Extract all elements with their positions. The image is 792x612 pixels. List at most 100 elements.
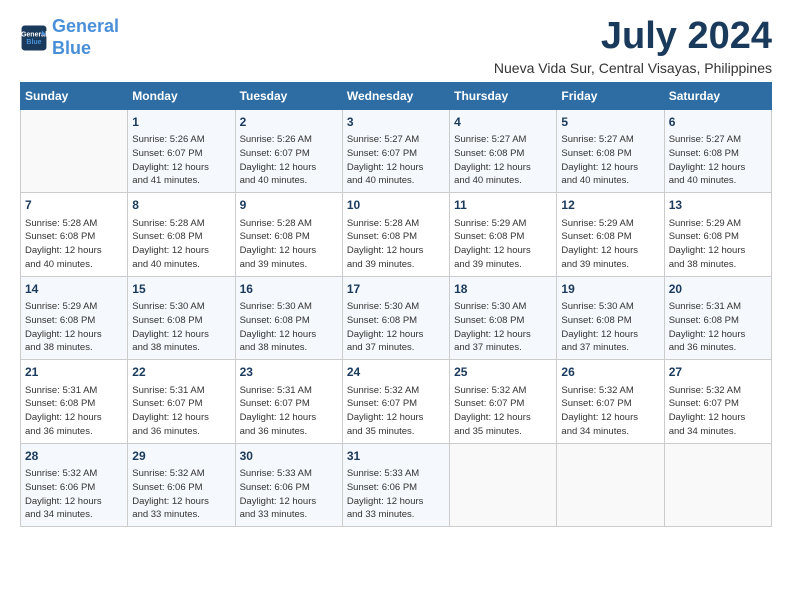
- table-row: 20Sunrise: 5:31 AMSunset: 6:08 PMDayligh…: [664, 276, 771, 359]
- col-monday: Monday: [128, 82, 235, 109]
- table-row: 11 Sunrise: 5:29 AMSunset: 6:08 PMDayligh…: [450, 193, 557, 276]
- day-number: 19: [561, 281, 659, 298]
- day-number: 16: [240, 281, 338, 298]
- calendar-header-row: Sunday Monday Tuesday Wednesday Thursday…: [21, 82, 772, 109]
- day-number: 3: [347, 114, 445, 131]
- table-row: 19 Sunrise: 5:30 AMSunset: 6:08 PMDayligh…: [557, 276, 664, 359]
- day-number: 7: [25, 197, 123, 214]
- cell-daylight-info: Sunrise: 5:27 AMSunset: 6:07 PMDaylight:…: [347, 133, 445, 188]
- table-row: 21 Sunrise: 5:31 AMSunset: 6:08 PMDayligh…: [21, 360, 128, 443]
- day-number: 20: [669, 281, 767, 298]
- day-number: 9: [240, 197, 338, 214]
- table-row: [21, 109, 128, 192]
- table-row: 31 Sunrise: 5:33 AMSunset: 6:06 PMDayligh…: [342, 443, 449, 526]
- table-row: 4Sunrise: 5:27 AMSunset: 6:08 PMDaylight…: [450, 109, 557, 192]
- cell-daylight-info: Sunrise: 5:27 AMSunset: 6:08 PMDaylight:…: [669, 133, 767, 188]
- page-header: General Blue General Blue July 2024 Nuev…: [20, 16, 772, 76]
- table-row: [450, 443, 557, 526]
- day-number: 23: [240, 364, 338, 381]
- day-number: 22: [132, 364, 230, 381]
- col-tuesday: Tuesday: [235, 82, 342, 109]
- table-row: 1 Sunrise: 5:26 AMSunset: 6:07 PMDaylight…: [128, 109, 235, 192]
- cell-daylight-info: Sunrise: 5:32 AMSunset: 6:06 PMDaylight:…: [25, 467, 123, 522]
- table-row: 16 Sunrise: 5:30 AMSunset: 6:08 PMDayligh…: [235, 276, 342, 359]
- cell-daylight-info: Sunrise: 5:30 AMSunset: 6:08 PMDaylight:…: [561, 300, 659, 355]
- table-row: 8 Sunrise: 5:28 AMSunset: 6:08 PMDaylight…: [128, 193, 235, 276]
- day-number: 8: [132, 197, 230, 214]
- day-number: 25: [454, 364, 552, 381]
- day-number: 28: [25, 448, 123, 465]
- day-number: 21: [25, 364, 123, 381]
- table-row: 12 Sunrise: 5:29 AMSunset: 6:08 PMDayligh…: [557, 193, 664, 276]
- table-row: 6 Sunrise: 5:27 AMSunset: 6:08 PMDaylight…: [664, 109, 771, 192]
- day-number: 2: [240, 114, 338, 131]
- cell-daylight-info: Sunrise: 5:28 AMSunset: 6:08 PMDaylight:…: [240, 217, 338, 272]
- svg-text:Blue: Blue: [26, 39, 41, 46]
- cell-daylight-info: Sunrise: 5:29 AMSunset: 6:08 PMDaylight:…: [561, 217, 659, 272]
- table-row: 14 Sunrise: 5:29 AMSunset: 6:08 PMDayligh…: [21, 276, 128, 359]
- cell-daylight-info: Sunrise: 5:27 AMSunset: 6:08 PMDaylight:…: [454, 133, 552, 188]
- day-number: 30: [240, 448, 338, 465]
- col-saturday: Saturday: [664, 82, 771, 109]
- cell-daylight-info: Sunrise: 5:30 AMSunset: 6:08 PMDaylight:…: [240, 300, 338, 355]
- table-row: 9 Sunrise: 5:28 AMSunset: 6:08 PMDaylight…: [235, 193, 342, 276]
- day-number: 27: [669, 364, 767, 381]
- day-number: 11: [454, 197, 552, 214]
- calendar-week-row: 7 Sunrise: 5:28 AMSunset: 6:08 PMDaylight…: [21, 193, 772, 276]
- day-number: 15: [132, 281, 230, 298]
- day-number: 29: [132, 448, 230, 465]
- cell-daylight-info: Sunrise: 5:28 AMSunset: 6:08 PMDaylight:…: [25, 217, 123, 272]
- cell-daylight-info: Sunrise: 5:29 AMSunset: 6:08 PMDaylight:…: [669, 217, 767, 272]
- day-number: 1: [132, 114, 230, 131]
- cell-daylight-info: Sunrise: 5:31 AMSunset: 6:07 PMDaylight:…: [132, 384, 230, 439]
- day-number: 10: [347, 197, 445, 214]
- cell-daylight-info: Sunrise: 5:26 AMSunset: 6:07 PMDaylight:…: [132, 133, 230, 188]
- cell-daylight-info: Sunrise: 5:32 AMSunset: 6:07 PMDaylight:…: [561, 384, 659, 439]
- day-number: 18: [454, 281, 552, 298]
- table-row: 23 Sunrise: 5:31 AMSunset: 6:07 PMDayligh…: [235, 360, 342, 443]
- table-row: 26 Sunrise: 5:32 AMSunset: 6:07 PMDayligh…: [557, 360, 664, 443]
- table-row: 18Sunrise: 5:30 AMSunset: 6:08 PMDayligh…: [450, 276, 557, 359]
- day-number: 5: [561, 114, 659, 131]
- col-thursday: Thursday: [450, 82, 557, 109]
- cell-daylight-info: Sunrise: 5:26 AMSunset: 6:07 PMDaylight:…: [240, 133, 338, 188]
- cell-daylight-info: Sunrise: 5:28 AMSunset: 6:08 PMDaylight:…: [132, 217, 230, 272]
- day-number: 12: [561, 197, 659, 214]
- table-row: 2 Sunrise: 5:26 AMSunset: 6:07 PMDaylight…: [235, 109, 342, 192]
- cell-daylight-info: Sunrise: 5:27 AMSunset: 6:08 PMDaylight:…: [561, 133, 659, 188]
- location-subtitle: Nueva Vida Sur, Central Visayas, Philipp…: [494, 60, 772, 76]
- cell-daylight-info: Sunrise: 5:33 AMSunset: 6:06 PMDaylight:…: [347, 467, 445, 522]
- day-number: 31: [347, 448, 445, 465]
- table-row: 22 Sunrise: 5:31 AMSunset: 6:07 PMDayligh…: [128, 360, 235, 443]
- cell-daylight-info: Sunrise: 5:33 AMSunset: 6:06 PMDaylight:…: [240, 467, 338, 522]
- col-friday: Friday: [557, 82, 664, 109]
- calendar-week-row: 14 Sunrise: 5:29 AMSunset: 6:08 PMDayligh…: [21, 276, 772, 359]
- table-row: 27Sunrise: 5:32 AMSunset: 6:07 PMDayligh…: [664, 360, 771, 443]
- table-row: 13 Sunrise: 5:29 AMSunset: 6:08 PMDayligh…: [664, 193, 771, 276]
- month-year-title: July 2024: [494, 16, 772, 58]
- calendar-week-row: 28 Sunrise: 5:32 AMSunset: 6:06 PMDayligh…: [21, 443, 772, 526]
- cell-daylight-info: Sunrise: 5:29 AMSunset: 6:08 PMDaylight:…: [25, 300, 123, 355]
- day-number: 13: [669, 197, 767, 214]
- cell-daylight-info: Sunrise: 5:28 AMSunset: 6:08 PMDaylight:…: [347, 217, 445, 272]
- table-row: 30 Sunrise: 5:33 AMSunset: 6:06 PMDayligh…: [235, 443, 342, 526]
- day-number: 26: [561, 364, 659, 381]
- cell-daylight-info: Sunrise: 5:32 AMSunset: 6:06 PMDaylight:…: [132, 467, 230, 522]
- cell-daylight-info: Sunrise: 5:31 AMSunset: 6:08 PMDaylight:…: [25, 384, 123, 439]
- calendar-table: Sunday Monday Tuesday Wednesday Thursday…: [20, 82, 772, 527]
- table-row: 10 Sunrise: 5:28 AMSunset: 6:08 PMDayligh…: [342, 193, 449, 276]
- table-row: 3 Sunrise: 5:27 AMSunset: 6:07 PMDaylight…: [342, 109, 449, 192]
- table-row: 15Sunrise: 5:30 AMSunset: 6:08 PMDayligh…: [128, 276, 235, 359]
- logo: General Blue General Blue: [20, 16, 119, 59]
- cell-daylight-info: Sunrise: 5:29 AMSunset: 6:08 PMDaylight:…: [454, 217, 552, 272]
- table-row: 24Sunrise: 5:32 AMSunset: 6:07 PMDayligh…: [342, 360, 449, 443]
- cell-daylight-info: Sunrise: 5:31 AMSunset: 6:07 PMDaylight:…: [240, 384, 338, 439]
- col-sunday: Sunday: [21, 82, 128, 109]
- table-row: [664, 443, 771, 526]
- day-number: 14: [25, 281, 123, 298]
- logo-icon: General Blue: [20, 24, 48, 52]
- cell-daylight-info: Sunrise: 5:32 AMSunset: 6:07 PMDaylight:…: [454, 384, 552, 439]
- day-number: 6: [669, 114, 767, 131]
- table-row: [557, 443, 664, 526]
- day-number: 24: [347, 364, 445, 381]
